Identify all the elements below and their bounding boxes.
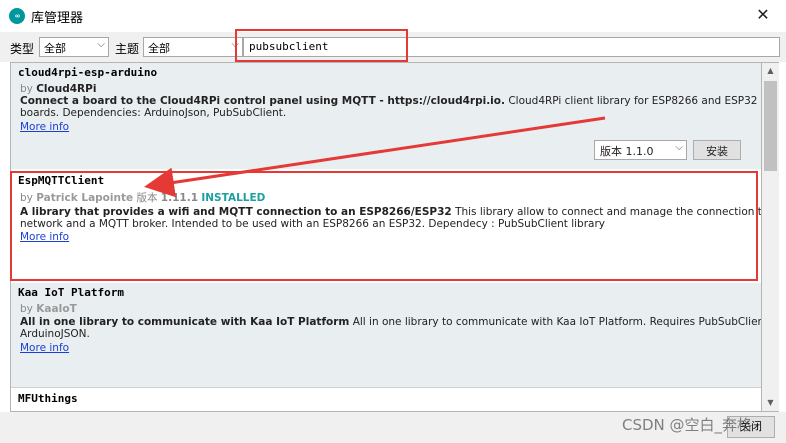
library-author-line: by Cloud4RPi (20, 83, 97, 95)
library-name: MFUthings (18, 392, 78, 405)
topic-select[interactable]: 全部 ⌵ (143, 37, 243, 57)
search-highlight-annotation (235, 29, 408, 62)
chevron-down-icon: ⌵ (97, 39, 105, 50)
more-info-link[interactable]: More info (20, 121, 69, 133)
vertical-scrollbar[interactable]: ▲ ▼ (762, 62, 779, 412)
close-window-button[interactable]: ✕ (754, 6, 772, 24)
watermark-text: CSDN @空白_奔格 (622, 416, 753, 434)
library-author-line: by KaaIoT (20, 303, 77, 315)
item-highlight-annotation (10, 171, 758, 281)
library-item-kaa-iot[interactable]: Kaa IoT Platform by KaaIoT All in one li… (11, 283, 761, 387)
library-description-line2: boards. Dependencies: ArduinoJson, PubSu… (20, 107, 287, 119)
type-label: 类型 (10, 42, 35, 56)
chevron-down-icon: ⌵ (675, 142, 683, 153)
install-button[interactable]: 安装 (693, 140, 741, 160)
version-select-value: 版本 1.1.0 (600, 145, 654, 158)
scroll-up-icon[interactable]: ▲ (762, 63, 779, 79)
window-title: 库管理器 (31, 10, 84, 26)
version-select[interactable]: 版本 1.1.0 ⌵ (594, 140, 687, 160)
library-description: All in one library to communicate with K… (20, 316, 762, 328)
type-select[interactable]: 全部 ⌵ (39, 37, 109, 57)
library-description-line2: ArduinoJSON. (20, 328, 90, 340)
scrollbar-thumb[interactable] (764, 81, 777, 171)
library-name: cloud4rpi-esp-arduino (18, 66, 158, 79)
library-item-cloud4rpi[interactable]: cloud4rpi-esp-arduino by Cloud4RPi Conne… (11, 63, 761, 169)
library-description: Connect a board to the Cloud4RPi control… (20, 95, 761, 107)
arduino-logo-icon: ∞ (9, 8, 25, 24)
title-bar: ∞ 库管理器 ✕ (0, 0, 786, 32)
scroll-down-icon[interactable]: ▼ (762, 395, 779, 411)
library-name: Kaa IoT Platform (18, 286, 124, 299)
library-author: Cloud4RPi (36, 83, 97, 95)
topic-label: 主题 (115, 42, 140, 56)
more-info-link[interactable]: More info (20, 342, 69, 354)
library-author: KaaIoT (36, 303, 77, 315)
type-select-value: 全部 (44, 42, 66, 55)
library-item-mfuthings[interactable]: MFUthings (11, 387, 761, 411)
topic-select-value: 全部 (148, 42, 170, 55)
